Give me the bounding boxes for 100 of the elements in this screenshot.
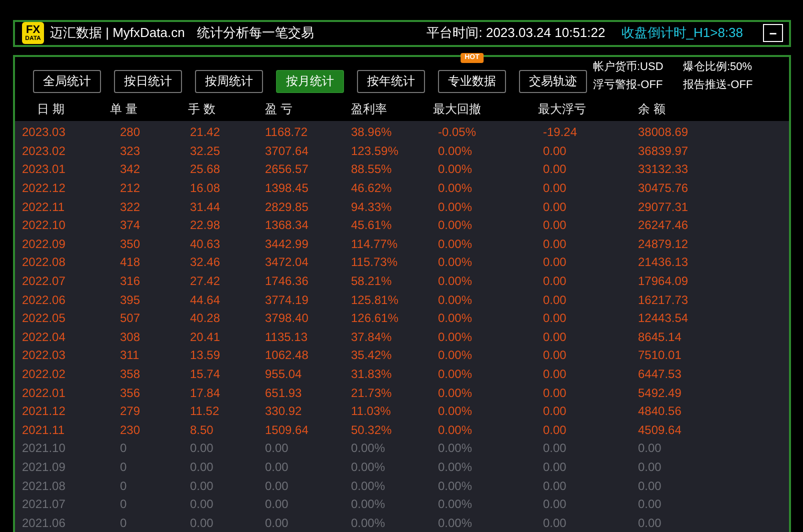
table-cell-text: 0.00 <box>542 162 568 176</box>
table-cell-text: 0.00% <box>437 292 474 307</box>
table-cell-text: 1135.13 <box>264 330 308 344</box>
account-info: 爆仓比例:50% <box>683 60 754 74</box>
table-cell-text: 31.44 <box>189 200 222 214</box>
table-cell-text: 0 <box>119 516 128 530</box>
table-cell-text: 0.00 <box>542 236 568 251</box>
table-cell-text: 21436.13 <box>637 255 690 270</box>
table-cell-text: 0.00 <box>542 366 568 381</box>
table-cell-text: 0.00 <box>542 386 568 400</box>
table-cell-text: 0.00 <box>637 497 662 512</box>
tab[interactable]: 专业数据 <box>438 70 506 93</box>
table-cell-text: 8645.14 <box>637 330 682 344</box>
table-cell-text: 22.98 <box>189 218 222 232</box>
table-cell-text: 0.00% <box>437 144 474 158</box>
table-cell-text: 6447.53 <box>637 366 682 381</box>
table-cell-text: 279 <box>119 404 142 418</box>
tab[interactable]: 按年统计 <box>357 70 425 93</box>
table-cell-text: 3472.04 <box>264 255 310 270</box>
table-cell-text: 280 <box>119 125 142 140</box>
table-cell-text: 1168.72 <box>264 125 308 140</box>
table-cell-text: 32.25 <box>189 144 222 158</box>
table-cell-text: 0.00% <box>350 441 386 456</box>
table-cell-text: 0.00 <box>542 292 568 307</box>
minimize-button[interactable]: − <box>763 24 783 42</box>
table-cell-text: 0.00% <box>437 330 474 344</box>
table-cell-text: 0.00% <box>350 478 386 493</box>
table-cell-text: 4840.56 <box>637 404 682 418</box>
table-cell-text: 50.32% <box>350 422 393 437</box>
table-cell-text: 0.00 <box>542 330 568 344</box>
table-cell-text: 115.73% <box>350 255 398 270</box>
tab[interactable]: 交易轨迹 <box>519 70 587 93</box>
table-cell-text: 230 <box>119 422 142 437</box>
table-cell-text: 350 <box>119 236 142 251</box>
table-cell-text: 418 <box>119 255 142 270</box>
table-cell-text: 0 <box>119 478 128 493</box>
table-cell-text: 33132.33 <box>637 162 690 176</box>
tab[interactable]: 按日统计 <box>114 70 182 93</box>
table-cell-text: 212 <box>119 181 142 196</box>
table-cell-text: 0.00 <box>542 200 568 214</box>
table-cell-text: 1062.48 <box>264 348 310 362</box>
table-cell-text: 2022.09 <box>21 236 66 251</box>
table-cell-text: 323 <box>119 144 142 158</box>
table-cell-text: 2829.85 <box>264 200 310 214</box>
table-cell-text: 38.96% <box>350 125 393 140</box>
table-cell-text: 0.00 <box>542 144 568 158</box>
table-cell-text: 2022.03 <box>21 348 66 362</box>
table-cell-text: 4509.64 <box>637 422 682 437</box>
table-cell-text: 0.00% <box>437 460 474 474</box>
table-cell-text: 2021.11 <box>21 422 66 437</box>
table-cell-text: 15.74 <box>189 366 222 381</box>
table-cell-text: 31.83% <box>350 366 393 381</box>
table-cell-text: 38008.69 <box>637 125 690 140</box>
table-cell-text: 0.00% <box>350 516 386 530</box>
table-cell-text: 2021.10 <box>21 441 66 456</box>
table-cell-text: 955.04 <box>264 366 303 381</box>
table-cell-text: 0.00% <box>437 386 474 400</box>
table-cell-text: 26247.46 <box>637 218 690 232</box>
column-header: 最大浮亏 <box>537 100 587 118</box>
table-cell-text: 1398.45 <box>264 181 310 196</box>
table-cell-text: 342 <box>119 162 142 176</box>
table-cell-text: 20.41 <box>189 330 222 344</box>
table-cell-text: 123.59% <box>350 144 400 158</box>
table-cell-text: 0.00 <box>542 478 568 493</box>
table-cell-text: 0.00 <box>542 218 568 232</box>
table-cell-text: 16.08 <box>189 181 222 196</box>
table-cell-text: 0 <box>119 497 128 512</box>
table-cell-text: 0.00% <box>437 236 474 251</box>
table-cell-text: 24879.12 <box>637 236 690 251</box>
table-cell-text: 114.77% <box>350 236 398 251</box>
table-cell-text: 308 <box>119 330 142 344</box>
table-cell-text: 0.00 <box>637 478 662 493</box>
table-cell-text: 2022.01 <box>21 386 66 400</box>
table-cell-text: 0.00 <box>189 478 214 493</box>
countdown: 收盘倒计时_H1>8:38 <box>621 24 743 42</box>
table-cell-text: 11.03% <box>350 404 392 418</box>
table-cell-text: 0.00 <box>637 460 662 474</box>
column-header: 余 额 <box>637 100 666 118</box>
table-cell-text: 17964.09 <box>637 274 690 288</box>
column-header: 日 期 <box>36 100 66 118</box>
tab[interactable]: 全局统计 <box>33 70 101 93</box>
table-cell-text: -0.05% <box>437 125 478 140</box>
table-cell-text: 0.00% <box>437 274 474 288</box>
table-cell-text: 1746.36 <box>264 274 310 288</box>
table-cell-text: 1509.64 <box>264 422 310 437</box>
table-cell-text: 0 <box>119 460 128 474</box>
tab[interactable]: 按月统计 <box>276 70 344 93</box>
table-cell-text: 330.92 <box>264 404 303 418</box>
table-cell-text: 0.00% <box>437 404 474 418</box>
table-cell-text: 45.61% <box>350 218 393 232</box>
table-cell-text: 88.55% <box>350 162 393 176</box>
table-cell-text: 30475.76 <box>637 181 690 196</box>
table-cell-text: 2022.11 <box>21 200 66 214</box>
table-cell-text: 0.00% <box>350 497 386 512</box>
table-cell-text: 0.00 <box>189 497 214 512</box>
table-cell-text: 3442.99 <box>264 236 310 251</box>
tab[interactable]: 按周统计 <box>195 70 263 93</box>
table-cell-text: 7510.01 <box>637 348 682 362</box>
column-header: 盈 亏 <box>264 100 294 118</box>
table-cell-text: 11.52 <box>189 404 220 418</box>
